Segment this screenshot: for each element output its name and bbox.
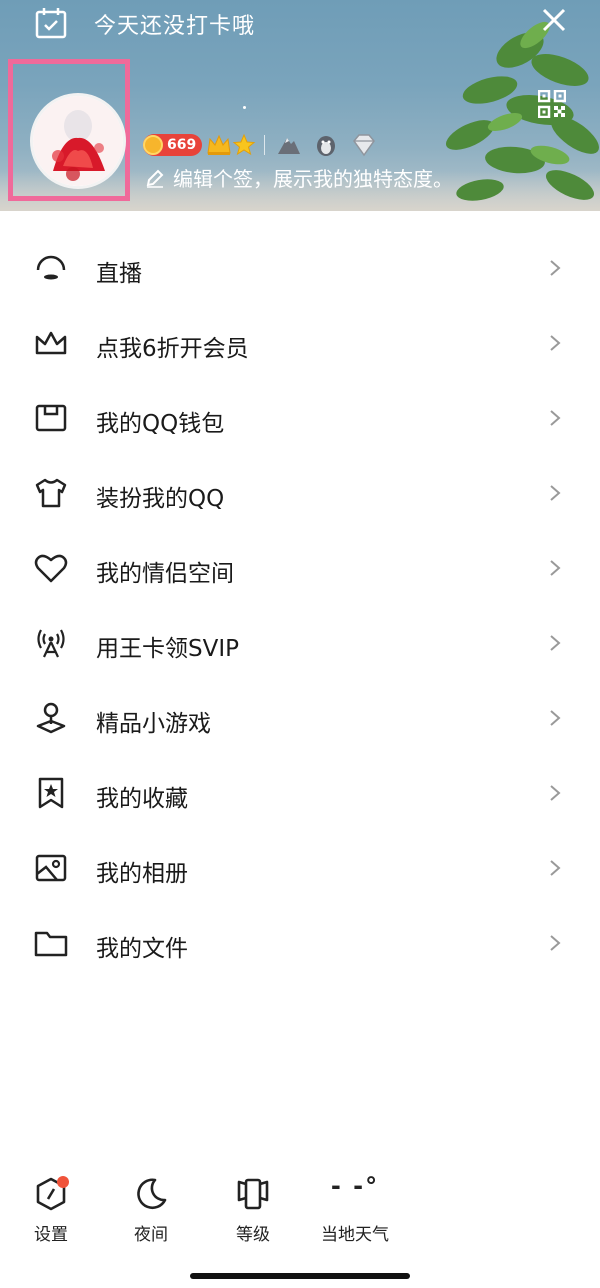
folder-icon xyxy=(34,931,68,957)
night-label: 夜间 xyxy=(134,1225,168,1245)
bottom-toolbar: 设置 夜间 等级 - -° 当地天气 xyxy=(0,1168,600,1248)
home-indicator xyxy=(190,1273,410,1279)
menu-label: 点我6折开会员 xyxy=(96,336,249,362)
diamond-badge-icon xyxy=(353,134,376,157)
chevron-right-icon xyxy=(550,560,561,576)
menu-label: 用王卡领SVIP xyxy=(96,636,239,662)
level-badges[interactable]: 669 xyxy=(143,132,377,158)
chevron-right-icon xyxy=(550,410,561,426)
chevron-right-icon xyxy=(550,635,561,651)
level-number: 669 xyxy=(167,137,197,153)
night-mode-button[interactable]: 夜间 xyxy=(111,1168,191,1248)
chevron-right-icon xyxy=(550,860,561,876)
menu-item-vip[interactable]: 点我6折开会员 xyxy=(0,307,600,382)
avatar[interactable] xyxy=(30,93,126,189)
signature-edit[interactable]: 编辑个签，展示我的独特态度。 xyxy=(145,163,453,192)
avatar-image xyxy=(33,96,123,186)
menu-item-dressup[interactable]: 装扮我的QQ xyxy=(0,457,600,532)
qr-code-icon[interactable] xyxy=(538,90,566,118)
profile-header: 今天还没打卡哦 669 编辑个签，展示我的独特态度。 xyxy=(0,0,600,211)
level-trophy-icon xyxy=(237,1178,269,1210)
badge-divider xyxy=(264,135,266,155)
moon-icon xyxy=(137,1178,167,1210)
chevron-right-icon xyxy=(550,335,561,351)
signature-text: 编辑个签，展示我的独特态度。 xyxy=(173,167,453,191)
signal-tower-icon xyxy=(37,629,65,658)
settings-icon xyxy=(36,1176,69,1211)
menu-item-live[interactable]: 直播 xyxy=(0,232,600,307)
menu-label: 装扮我的QQ xyxy=(96,486,225,512)
chevron-right-icon xyxy=(550,935,561,951)
chevron-right-icon xyxy=(550,485,561,501)
heart-icon xyxy=(34,554,68,583)
decor-dot xyxy=(243,106,246,109)
menu-label: 直播 xyxy=(96,261,142,287)
penguin-badge-icon xyxy=(317,136,336,156)
mountain-badge-icon xyxy=(278,138,301,154)
live-icon xyxy=(36,255,66,280)
settings-label: 设置 xyxy=(34,1225,68,1245)
chevron-right-icon xyxy=(550,260,561,276)
weather-value: - -° xyxy=(330,1172,380,1200)
menu-label: 我的QQ钱包 xyxy=(96,411,225,437)
level-label: 等级 xyxy=(236,1225,270,1245)
menu-label: 我的文件 xyxy=(96,936,188,962)
menu-list: 直播 点我6折开会员 我的QQ钱包 装扮我的QQ 我的情侣空间 用王卡领SVIP… xyxy=(0,232,600,982)
crown-badge-icon xyxy=(207,134,231,155)
notification-dot xyxy=(57,1176,69,1188)
level-button[interactable]: 等级 xyxy=(213,1168,293,1248)
menu-label: 我的情侣空间 xyxy=(96,561,234,587)
menu-item-album[interactable]: 我的相册 xyxy=(0,832,600,907)
wallet-icon xyxy=(35,404,67,432)
pencil-icon xyxy=(146,169,164,188)
menu-item-mini-games[interactable]: 精品小游戏 xyxy=(0,682,600,757)
menu-item-kingcard-svip[interactable]: 用王卡领SVIP xyxy=(0,607,600,682)
menu-item-couple-space[interactable]: 我的情侣空间 xyxy=(0,532,600,607)
crown-icon xyxy=(35,331,67,355)
menu-label: 精品小游戏 xyxy=(96,711,211,737)
weather-button[interactable]: - -° 当地天气 xyxy=(314,1168,396,1248)
menu-label: 我的相册 xyxy=(96,861,188,887)
chevron-right-icon xyxy=(550,710,561,726)
photo-album-icon xyxy=(35,854,67,882)
menu-item-favorites[interactable]: 我的收藏 xyxy=(0,757,600,832)
game-icon xyxy=(36,702,66,734)
bookmark-star-icon xyxy=(38,777,64,809)
menu-item-wallet[interactable]: 我的QQ钱包 xyxy=(0,382,600,457)
coin-icon xyxy=(143,135,163,155)
level-coin-badge: 669 xyxy=(143,134,203,156)
settings-button[interactable]: 设置 xyxy=(11,1168,91,1248)
checkin-calendar-icon[interactable] xyxy=(34,6,68,40)
star-badge-icon xyxy=(232,133,256,156)
chevron-right-icon xyxy=(550,785,561,801)
weather-label: 当地天气 xyxy=(321,1225,389,1245)
close-icon[interactable] xyxy=(540,6,568,34)
checkin-reminder-text[interactable]: 今天还没打卡哦 xyxy=(94,8,255,40)
menu-item-files[interactable]: 我的文件 xyxy=(0,907,600,982)
tshirt-icon xyxy=(35,478,67,508)
menu-label: 我的收藏 xyxy=(96,786,188,812)
